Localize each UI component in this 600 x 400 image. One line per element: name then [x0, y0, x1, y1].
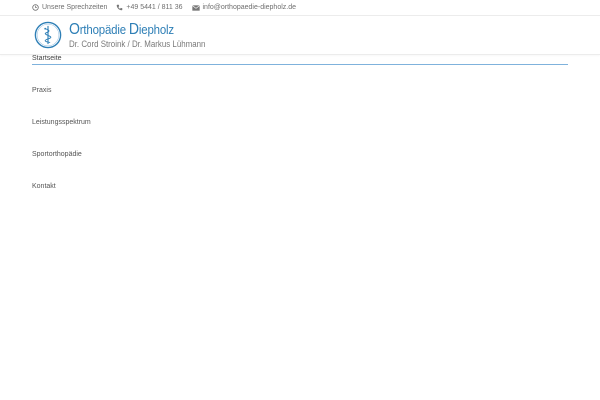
hours-link[interactable]: Unsere Sprechzeiten: [32, 4, 107, 11]
nav-item-leistungsspektrum[interactable]: Leistungsspektrum: [32, 119, 568, 151]
nav-item-sportorthopaedie[interactable]: Sportorthopädie: [32, 151, 568, 183]
nav-item-label: Sportorthopädie: [32, 151, 82, 158]
main-navigation: Startseite Praxis Leistungsspektrum Spor…: [32, 55, 568, 215]
email-address: info@orthopaedie-diepholz.de: [202, 4, 297, 11]
mail-icon: [191, 4, 200, 11]
logo-text[interactable]: Orthopädie Diepholz Dr. Cord Stroink / D…: [69, 20, 224, 49]
site-header: Orthopädie Diepholz Dr. Cord Stroink / D…: [0, 16, 600, 55]
nav-item-label: Leistungsspektrum: [32, 119, 91, 126]
nav-item-kontakt[interactable]: Kontakt: [32, 183, 568, 215]
nav-item-label: Praxis: [32, 87, 52, 94]
hours-label: Unsere Sprechzeiten: [42, 4, 108, 11]
top-bar: Unsere Sprechzeiten +49 5441 / 811 36 in…: [0, 0, 600, 16]
site-subtitle: Dr. Cord Stroink / Dr. Markus Lühmann: [69, 38, 206, 49]
phone-icon: [117, 4, 123, 11]
nav-item-praxis[interactable]: Praxis: [32, 87, 568, 119]
caduceus-logo-icon[interactable]: [34, 21, 62, 49]
clock-icon: [32, 4, 39, 11]
email-link[interactable]: info@orthopaedie-diepholz.de: [191, 4, 297, 11]
nav-item-label: Kontakt: [32, 183, 56, 190]
nav-item-label: Startseite: [32, 55, 62, 62]
phone-link[interactable]: +49 5441 / 811 36: [116, 4, 183, 11]
nav-item-startseite[interactable]: Startseite: [32, 55, 568, 65]
site-title: Orthopädie Diepholz: [69, 20, 174, 38]
phone-number: +49 5441 / 811 36: [126, 4, 183, 11]
